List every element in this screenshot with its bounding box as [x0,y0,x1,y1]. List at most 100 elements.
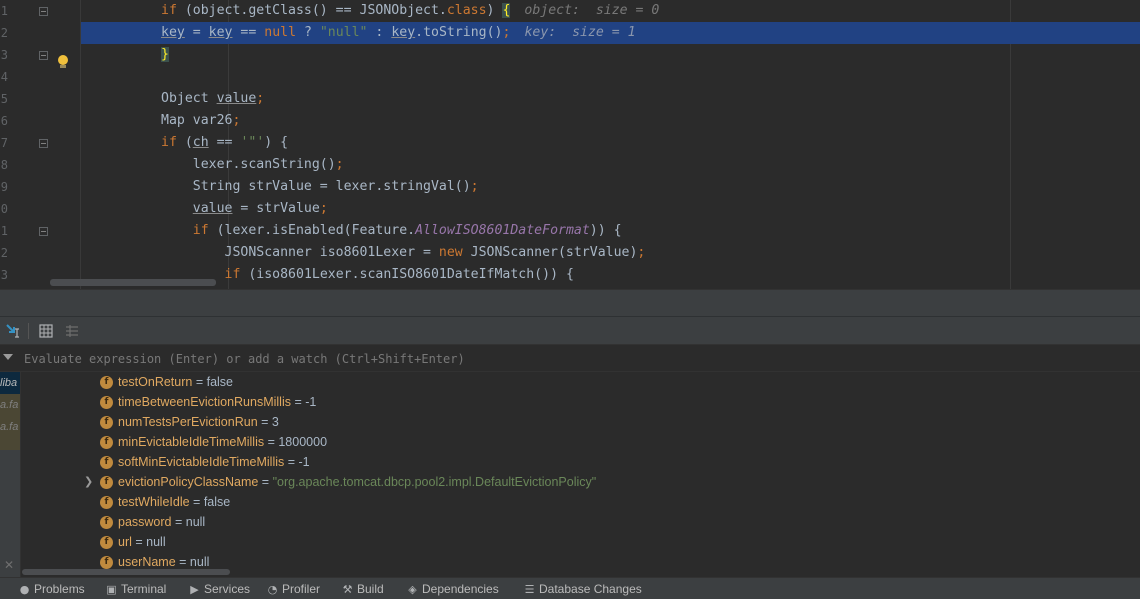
code-text: if (object.getClass() == JSONObject.clas… [161,0,659,22]
code-text: } [161,44,169,66]
stack-frame[interactable]: a.fa [0,416,20,438]
variable-text: softMinEvictableIdleTimeMillis = -1 [118,452,310,472]
stack-frame[interactable]: liba [0,372,20,394]
code-token: '"' [240,135,265,150]
code-token: ) [486,3,503,18]
code-token: if [161,3,177,18]
code-line[interactable]: if (ch == '"') { [81,132,1140,154]
build-icon: ⚒ [342,583,353,596]
fold-marker-icon[interactable] [39,51,48,60]
dependencies-icon: ◈ [408,583,417,596]
fold-marker-icon[interactable] [39,139,48,148]
variable-value: null [189,555,210,569]
variable-value: -1 [298,455,310,469]
variable-name: testOnReturn [118,375,193,389]
editor-horizontal-scrollbar[interactable] [50,279,216,286]
code-line[interactable]: JSONScanner iso8601Lexer = new JSONScann… [81,242,1140,264]
line-number: 7 [0,136,8,150]
code-token: key [161,25,185,40]
code-line[interactable]: value = strValue; [81,198,1140,220]
fold-marker-icon[interactable] [39,227,48,236]
variable-value: null [146,535,166,549]
variables-horizontal-scrollbar[interactable] [22,569,230,575]
code-line[interactable]: lexer.scanString(); [81,154,1140,176]
editor-gutter[interactable]: 1 2 3 4 5 6 7 8 9 0 1 2 3 [0,0,80,289]
code-token: if [161,135,177,150]
tool-window-terminal[interactable]: ▣ Terminal [105,578,166,599]
line-number: 3 [0,268,8,282]
code-line[interactable]: Object value; [81,88,1140,110]
code-line[interactable]: String strValue = lexer.stringVal(); [81,176,1140,198]
tool-window-label: Problems [34,582,85,596]
variable-row[interactable]: f testWhileIdle = false [22,492,1140,512]
tool-window-database-changes[interactable]: ☰ Database Changes [523,578,642,599]
variable-row[interactable]: f password = null [22,512,1140,532]
code-token: "null" [319,25,368,40]
field-icon: f [100,476,113,489]
code-token: ; [470,179,479,194]
layout-settings-icon[interactable] [64,323,80,339]
code-line[interactable] [81,66,1140,88]
evaluate-expression-input[interactable] [24,349,824,369]
code-token: String strValue = lexer.stringVal() [161,179,471,194]
variable-row[interactable]: f url = null [22,532,1140,552]
variable-row[interactable]: f softMinEvictableIdleTimeMillis = -1 [22,452,1140,472]
line-number: 6 [0,114,8,128]
current-execution-line[interactable]: key = key == null ? "null" : key.toStrin… [81,22,1140,44]
code-token: == [232,25,265,40]
code-token: Object [161,91,217,106]
variable-row[interactable]: f minEvictableIdleTimeMillis = 1800000 [22,432,1140,452]
variable-name: testWhileIdle [118,495,190,509]
show-execution-point-icon[interactable] [5,323,21,339]
tool-window-build[interactable]: ⚒ Build [341,578,384,599]
frames-collapse-icon[interactable] [3,354,13,360]
field-icon: f [100,456,113,469]
variable-name: evictionPolicyClassName [118,475,259,489]
code-text: if (ch == '"') { [161,132,288,154]
tool-window-dependencies[interactable]: ◈ Dependencies [406,578,498,599]
services-icon: ▶ [190,583,199,596]
line-number: 8 [0,158,8,172]
database-changes-icon: ☰ [524,583,535,596]
variable-row[interactable]: f numTestsPerEvictionRun = 3 [22,412,1140,432]
variable-equals: = [290,395,306,409]
code-token: = [184,25,209,40]
code-editor[interactable]: 1 2 3 4 5 6 7 8 9 0 1 2 3 if (object.getClass() == J… [0,0,1140,289]
code-token: (iso8601Lexer.scanISO8601DateIfMatch()) … [240,267,574,282]
expand-arrow-icon[interactable]: ❯ [84,472,93,492]
variable-row[interactable]: f timeBetweenEvictionRunsMillis = -1 [22,392,1140,412]
code-token: Map var26 [161,113,233,128]
stack-frame[interactable]: a.fa [0,394,20,416]
code-line[interactable]: if (lexer.isEnabled(Feature.AllowISO8601… [81,220,1140,242]
variable-text: url = null [118,532,166,552]
code-token: key [208,25,233,40]
code-line[interactable]: if (iso8601Lexer.scanISO8601DateIfMatch(… [81,264,1140,286]
code-token: value [216,91,257,106]
tool-window-label: Database Changes [539,582,642,596]
code-text: Map var26; [161,110,240,132]
code-line[interactable]: Map var26; [81,110,1140,132]
variable-row[interactable]: ❯ f evictionPolicyClassName = "org.apache.… [22,472,1140,492]
lightbulb-icon[interactable] [57,55,69,69]
variable-equals: = [131,535,147,549]
close-icon[interactable]: ✕ [4,558,14,572]
tool-window-profiler[interactable]: ◔ Profiler [266,578,320,599]
variable-name: url [118,535,132,549]
variable-row[interactable]: f testOnReturn = false [22,372,1140,392]
variable-value: -1 [305,395,317,409]
code-token: JSONScanner(strValue) [462,245,638,260]
variable-equals: = [171,515,186,529]
tool-window-services[interactable]: ▶ Services [188,578,250,599]
field-icon: f [100,496,113,509]
code-token: null [264,25,297,40]
code-token: value [192,201,233,216]
code-line[interactable]: if (object.getClass() == JSONObject.clas… [81,0,1140,22]
table-view-icon[interactable] [38,323,54,339]
variable-text: numTestsPerEvictionRun = 3 [118,412,279,432]
tool-window-problems[interactable]: ● Problems [18,578,85,599]
code-token: : [367,25,392,40]
line-number: 3 [0,48,8,62]
problems-icon: ● [19,583,30,596]
fold-marker-icon[interactable] [39,7,48,16]
code-line[interactable]: } [81,44,1140,66]
